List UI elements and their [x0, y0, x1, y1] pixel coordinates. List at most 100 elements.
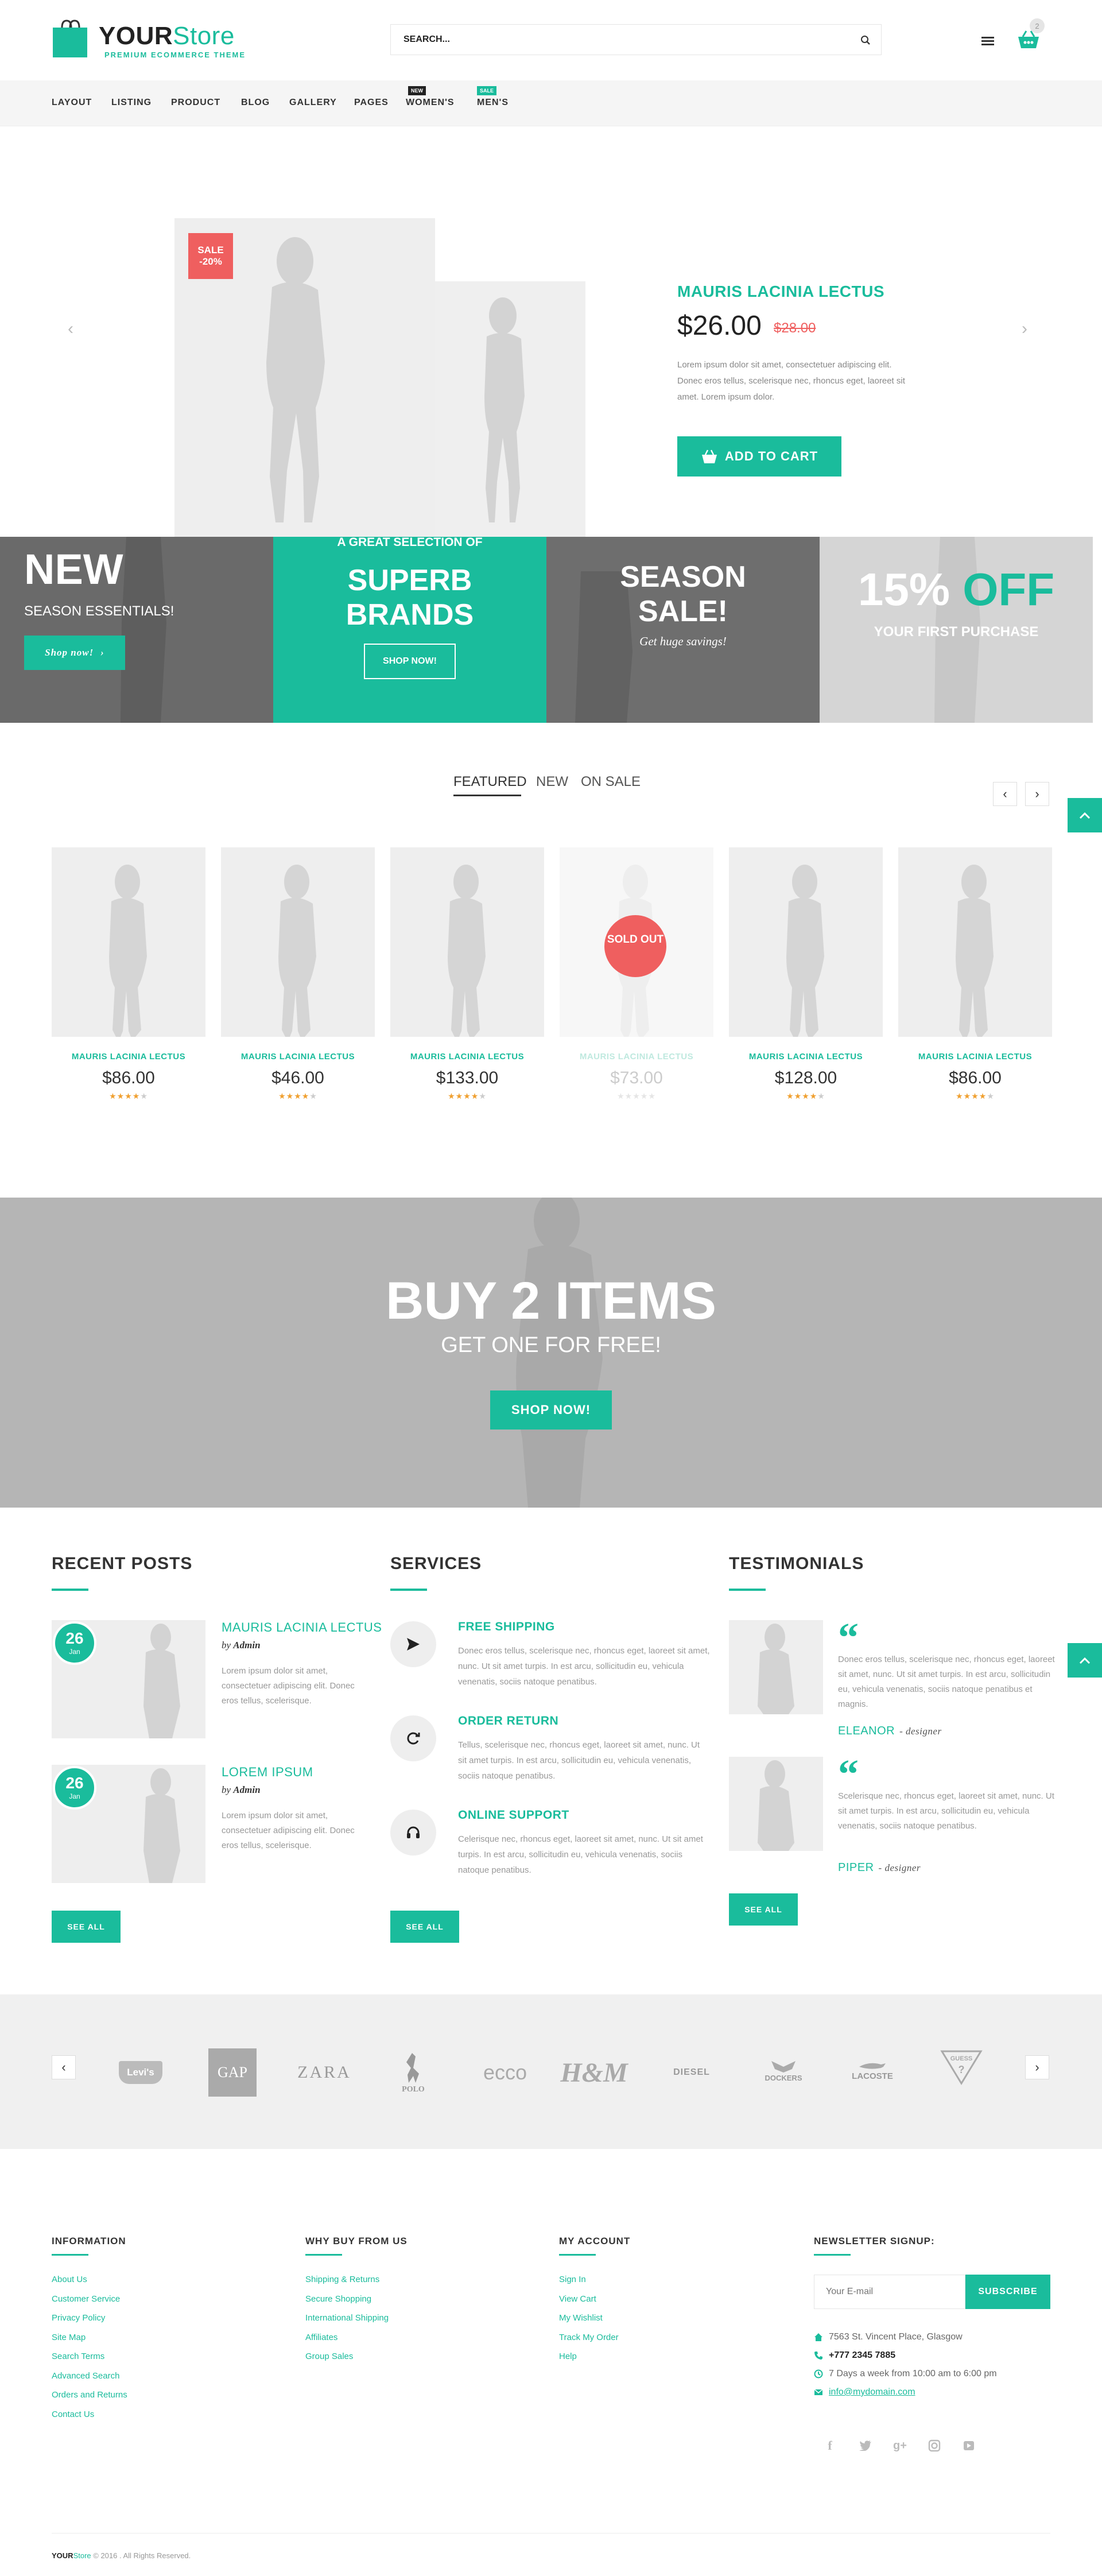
footer-link[interactable]: Secure Shopping — [305, 2294, 371, 2304]
footer-link[interactable]: Search Terms — [52, 2352, 104, 2361]
posts-see-all-button[interactable]: SEE ALL — [52, 1911, 121, 1943]
footer-link[interactable]: About Us — [52, 2275, 87, 2284]
nav-item-pages[interactable]: PAGES — [354, 98, 389, 108]
banner-new-season[interactable]: NEW SEASON ESSENTIALS! Shop now! › — [0, 537, 273, 723]
footer-link[interactable]: Group Sales — [305, 2352, 353, 2361]
product-card[interactable]: SOLD OUT MAURIS LACINIA LECTUS $73.00 ★★★★★ — [560, 847, 713, 1101]
promo-shop-now-button[interactable]: SHOP NOW! — [490, 1390, 612, 1430]
newsletter-email-input[interactable] — [814, 2275, 964, 2308]
banner-season-sale[interactable]: SEASON SALE! Get huge savings! — [546, 537, 820, 723]
product-rating: ★★★★★ — [729, 1091, 883, 1101]
phone-text[interactable]: +777 2345 7885 — [829, 2350, 895, 2361]
logo-text[interactable]: YOURStore — [99, 22, 235, 51]
shop-now-button[interactable]: Shop now! › — [24, 636, 125, 670]
product-image[interactable] — [52, 847, 205, 1037]
footer-link[interactable]: Orders and Returns — [52, 2390, 127, 2400]
footer-link[interactable]: Track My Order — [559, 2333, 619, 2342]
footer-link[interactable]: Contact Us — [52, 2410, 94, 2419]
products-next-button[interactable]: › — [1025, 782, 1049, 806]
google-plus-icon[interactable]: g+ — [892, 2438, 908, 2454]
nav-item-blog[interactable]: BLOG — [241, 98, 270, 108]
testimonial-role: designer — [884, 1862, 921, 1873]
product-name[interactable]: MAURIS LACINIA LECTUS — [560, 1052, 713, 1062]
products-prev-button[interactable]: ‹ — [993, 782, 1017, 806]
services-see-all-button[interactable]: SEE ALL — [390, 1911, 459, 1943]
brand-logo-guess[interactable]: GUESS? — [936, 2044, 987, 2090]
product-image[interactable] — [729, 847, 883, 1037]
nav-item-gallery[interactable]: GALLERY — [289, 98, 337, 108]
product-image[interactable] — [390, 847, 544, 1037]
nav-item-mens[interactable]: MEN'S — [477, 98, 509, 108]
post-title[interactable]: MAURIS LACINIA LECTUS — [222, 1620, 382, 1635]
brand-logo-levis[interactable]: Levi's — [109, 2055, 172, 2090]
nav-item-listing[interactable]: LISTING — [111, 98, 152, 108]
add-to-cart-button[interactable]: ADD TO CART — [677, 436, 841, 477]
product-card[interactable]: MAURIS LACINIA LECTUS $133.00 ★★★★★ — [390, 847, 544, 1101]
nav-item-womens[interactable]: WOMEN'S — [406, 98, 455, 108]
testimonials-see-all-button[interactable]: SEE ALL — [729, 1893, 798, 1926]
instagram-icon[interactable] — [926, 2438, 942, 2454]
banner-first-purchase[interactable]: 15% OFF YOUR FIRST PURCHASE — [820, 537, 1093, 723]
tab-new[interactable]: NEW — [536, 774, 568, 790]
footer-link[interactable]: Shipping & Returns — [305, 2275, 379, 2284]
shopping-bag-logo-icon[interactable] — [52, 20, 88, 57]
footer-link[interactable]: International Shipping — [305, 2313, 389, 2323]
chevron-right-icon: › — [1035, 2060, 1039, 2074]
tab-on-sale[interactable]: ON SALE — [581, 774, 641, 790]
banner-superb-brands[interactable]: A GREAT SELECTION OF SUPERB BRANDS SHOP … — [273, 537, 546, 723]
scroll-up-button[interactable] — [1068, 798, 1102, 832]
footer-link[interactable]: Customer Service — [52, 2294, 120, 2304]
product-name[interactable]: MAURIS LACINIA LECTUS — [898, 1052, 1052, 1062]
phone-icon — [814, 2352, 822, 2360]
menu-button[interactable] — [979, 32, 996, 49]
product-name[interactable]: MAURIS LACINIA LECTUS — [729, 1052, 883, 1062]
youtube-icon[interactable] — [961, 2438, 977, 2454]
product-card[interactable]: MAURIS LACINIA LECTUS $46.00 ★★★★★ — [221, 847, 375, 1101]
email-link[interactable]: info@mydomain.com — [829, 2387, 915, 2397]
footer-link[interactable]: Advanced Search — [52, 2371, 119, 2381]
brand-logo-lacoste[interactable]: LACOSTE — [838, 2047, 907, 2093]
brand-logo-diesel[interactable]: DIESEL — [660, 2055, 723, 2090]
product-name[interactable]: MAURIS LACINIA LECTUS — [52, 1052, 205, 1062]
slider-next-arrow[interactable]: › — [1022, 319, 1027, 339]
product-name[interactable]: MAURIS LACINIA LECTUS — [221, 1052, 375, 1062]
hero-price: $26.00 — [677, 311, 762, 341]
post-title[interactable]: LOREM IPSUM — [222, 1765, 313, 1780]
footer-link[interactable]: My Wishlist — [559, 2313, 603, 2323]
product-name[interactable]: MAURIS LACINIA LECTUS — [390, 1052, 544, 1062]
footer-link[interactable]: Affiliates — [305, 2333, 337, 2342]
nav-item-product[interactable]: PRODUCT — [171, 98, 220, 108]
brand-logo-dockers[interactable]: DOCKERS — [752, 2047, 815, 2093]
shop-now-outline-button[interactable]: SHOP NOW! — [364, 644, 456, 679]
product-image[interactable] — [898, 847, 1052, 1037]
slider-prev-arrow[interactable]: ‹ — [68, 319, 73, 339]
footer-link[interactable]: Help — [559, 2352, 577, 2361]
brands-prev-button[interactable]: ‹ — [52, 2055, 76, 2079]
brand-logo-ecco[interactable]: ecco — [471, 2055, 540, 2090]
footer-link[interactable]: Sign In — [559, 2275, 586, 2284]
footer-link[interactable]: Site Map — [52, 2333, 86, 2342]
footer-link[interactable]: View Cart — [559, 2294, 596, 2304]
twitter-icon[interactable] — [857, 2438, 874, 2454]
footer-link[interactable]: Privacy Policy — [52, 2313, 105, 2323]
tab-featured[interactable]: FEATURED — [453, 774, 527, 790]
search-button[interactable] — [856, 30, 875, 50]
scroll-up-button[interactable] — [1068, 1643, 1102, 1678]
product-image[interactable]: SOLD OUT — [560, 847, 713, 1037]
product-card[interactable]: MAURIS LACINIA LECTUS $86.00 ★★★★★ — [898, 847, 1052, 1101]
product-image[interactable] — [221, 847, 375, 1037]
facebook-icon[interactable]: f — [822, 2438, 838, 2454]
brands-next-button[interactable]: › — [1025, 2055, 1049, 2079]
product-card[interactable]: MAURIS LACINIA LECTUS $128.00 ★★★★★ — [729, 847, 883, 1101]
brand-logo-zara[interactable]: ZARA — [293, 2055, 356, 2090]
brand-logo-hm[interactable]: H&M — [560, 2055, 627, 2090]
brand-logo-polo[interactable]: POLO — [390, 2044, 436, 2101]
hero-product-title[interactable]: MAURIS LACINIA LECTUS — [677, 282, 884, 301]
subscribe-button[interactable]: SUBSCRIBE — [965, 2275, 1050, 2309]
search-input[interactable] — [391, 25, 827, 55]
brand-logo-gap[interactable]: GAP — [207, 2048, 258, 2097]
nav-item-layout[interactable]: LAYOUT — [52, 98, 92, 108]
promo-banner[interactable]: BUY 2 ITEMS GET ONE FOR FREE! SHOP NOW! — [0, 1198, 1102, 1508]
footer-divider — [52, 2533, 1050, 2534]
product-card[interactable]: MAURIS LACINIA LECTUS $86.00 ★★★★★ — [52, 847, 205, 1101]
